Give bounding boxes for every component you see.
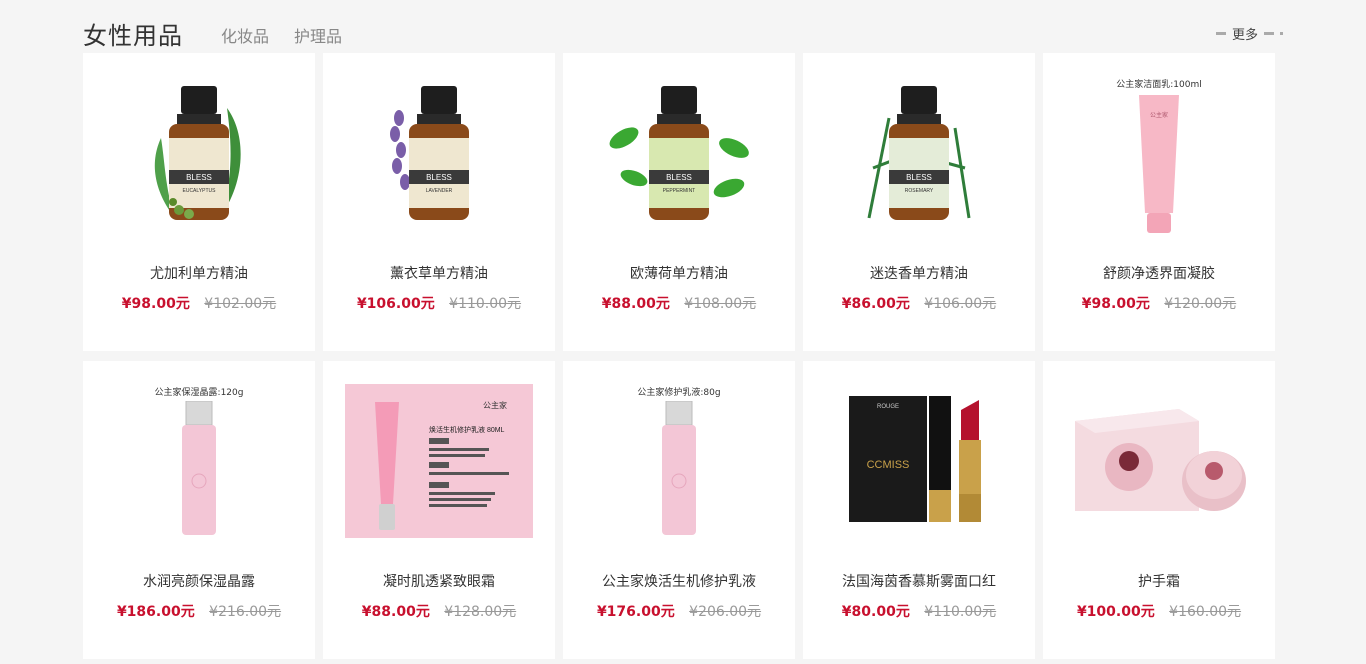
product-old-price: ¥160.00元 [1169,604,1242,620]
more-left-dash [1215,32,1226,35]
product-name: 水润亮颜保湿晶露 [143,574,255,590]
product-prices: ¥106.00元 ¥110.00元 [323,293,555,313]
product-price: ¥86.00元 [841,296,910,312]
product-name: 欧薄荷单方精油 [630,266,728,282]
image-caption: 公主家修护乳液:80g [637,388,721,398]
bottle-brand-label: BLESS [666,173,692,182]
box-label: ROUGE [877,404,899,410]
product-card[interactable]: 公主家修护乳液:80g 公主家焕活生机修护乳液 ¥176.00元 ¥206.00… [563,361,795,659]
product-old-price: ¥108.00元 [684,296,757,312]
bottle-product-label: EUCALYPTUS [183,188,217,194]
product-card[interactable]: BLESS EUCALYPTUS 尤加利单方精油 ¥98.00元 ¥102.00… [83,53,315,351]
product-price: ¥88.00元 [361,604,430,620]
section-header: 女性用品 化妆品 护理品 更多 [83,14,1283,50]
product-card[interactable]: BLESS ROSEMARY 迷迭香单方精油 ¥86.00元 ¥106.00元 [803,53,1035,351]
svg-text:公主家: 公主家 [1150,111,1168,119]
product-old-price: ¥106.00元 [924,296,997,312]
lipstick-image: ROUGE CCMISS [803,361,1035,561]
more-label: 更多 [1231,28,1258,43]
more-link[interactable]: 更多 [1215,24,1283,43]
product-name: 尤加利单方精油 [150,266,248,282]
product-card[interactable]: BLESS LAVENDER 薰衣草单方精油 ¥106.00元 ¥110.00元 [323,53,555,351]
box-brand: CCMISS [867,459,910,471]
product-prices: ¥88.00元 ¥128.00元 [323,601,555,621]
box-brand: 公主家 [483,400,507,410]
tab-cosmetics[interactable]: 化妆品 [221,23,269,47]
box-title: 焕活生机修护乳液 80ML [429,425,505,434]
product-prices: ¥186.00元 ¥216.00元 [83,601,315,621]
lotion-bottle-image: 公主家修护乳液:80g [563,361,795,561]
product-prices: ¥100.00元 ¥160.00元 [1043,601,1275,621]
product-name: 薰衣草单方精油 [390,266,488,282]
tab-care[interactable]: 护理品 [294,23,342,47]
product-name: 公主家焕活生机修护乳液 [602,574,756,590]
product-prices: ¥80.00元 ¥110.00元 [803,601,1035,621]
peppermint-oil-image: BLESS PEPPERMINT [563,53,795,253]
bottle-product-label: ROSEMARY [905,188,934,194]
product-old-price: ¥110.00元 [924,604,997,620]
product-old-price: ¥206.00元 [689,604,762,620]
hand-cream-image [1043,361,1275,561]
product-price: ¥176.00元 [596,604,675,620]
more-right-dash [1264,32,1274,35]
product-price: ¥100.00元 [1076,604,1155,620]
product-price: ¥98.00元 [1081,296,1150,312]
product-card[interactable]: 公主家洁面乳:100ml 公主家 舒颜净透界面凝胶 ¥98.00元 ¥120.0… [1043,53,1275,351]
more-dot [1280,32,1283,35]
product-card[interactable]: 护手霜 ¥100.00元 ¥160.00元 [1043,361,1275,659]
product-name: 法国海茵香慕斯雾面口红 [842,574,996,590]
product-price: ¥186.00元 [116,604,195,620]
image-caption: 公主家洁面乳:100ml [1116,80,1202,90]
product-name: 迷迭香单方精油 [870,266,968,282]
product-old-price: ¥128.00元 [444,604,517,620]
image-caption: 公主家保湿晶露:120g [154,388,244,398]
product-card[interactable]: 公主家保湿晶露:120g 水润亮颜保湿晶露 ¥186.00元 ¥216.00元 [83,361,315,659]
product-name: 凝时肌透紧致眼霜 [383,574,495,590]
product-old-price: ¥216.00元 [209,604,282,620]
product-prices: ¥86.00元 ¥106.00元 [803,293,1035,313]
lavender-oil-image: BLESS LAVENDER [323,53,555,253]
product-card[interactable]: 公主家 焕活生机修护乳液 80ML 凝时肌透紧致眼霜 ¥88.00元 ¥128.… [323,361,555,659]
eye-cream-image: 公主家 焕活生机修护乳液 80ML [323,361,555,561]
eucalyptus-oil-image: BLESS EUCALYPTUS [83,53,315,253]
product-card[interactable]: BLESS PEPPERMINT 欧薄荷单方精油 ¥88.00元 ¥108.00… [563,53,795,351]
product-price: ¥88.00元 [601,296,670,312]
rosemary-oil-image: BLESS ROSEMARY [803,53,1035,253]
bottle-brand-label: BLESS [186,173,212,182]
product-prices: ¥176.00元 ¥206.00元 [563,601,795,621]
product-price: ¥80.00元 [841,604,910,620]
product-name: 舒颜净透界面凝胶 [1103,266,1215,282]
product-prices: ¥98.00元 ¥102.00元 [83,293,315,313]
bottle-product-label: PEPPERMINT [663,188,696,194]
product-prices: ¥98.00元 ¥120.00元 [1043,293,1275,313]
moisturizing-bottle-image: 公主家保湿晶露:120g [83,361,315,561]
bottle-brand-label: BLESS [426,173,452,182]
cleanser-tube-image: 公主家洁面乳:100ml 公主家 [1043,53,1275,253]
product-name: 护手霜 [1138,574,1180,590]
product-old-price: ¥120.00元 [1164,296,1237,312]
bottle-product-label: LAVENDER [426,188,453,194]
product-card[interactable]: ROUGE CCMISS 法国海茵香慕斯雾面口红 ¥80.00元 ¥110.00… [803,361,1035,659]
product-prices: ¥88.00元 ¥108.00元 [563,293,795,313]
product-price: ¥106.00元 [356,296,435,312]
product-price: ¥98.00元 [121,296,190,312]
section-title: 女性用品 [83,22,183,50]
product-old-price: ¥110.00元 [449,296,522,312]
product-old-price: ¥102.00元 [204,296,277,312]
bottle-brand-label: BLESS [906,173,932,182]
